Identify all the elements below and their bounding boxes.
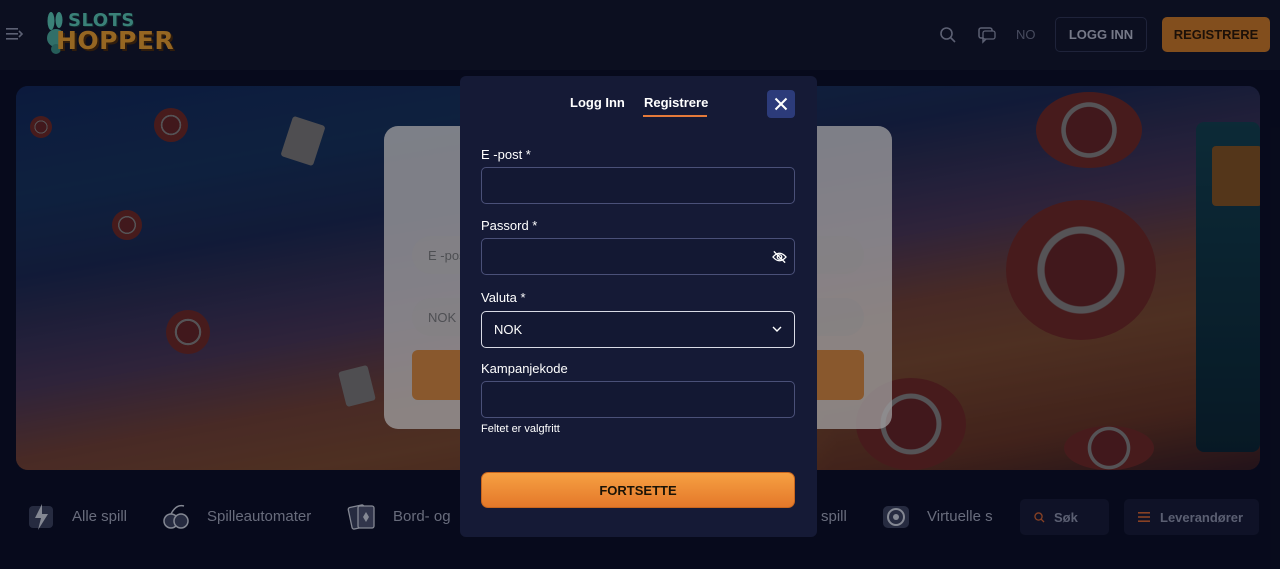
password-label: Passord * [481,218,538,233]
email-label: E -post * [481,147,531,162]
close-button[interactable] [767,90,795,118]
promo-code-label: Kampanjekode [481,361,568,376]
password-field[interactable] [481,238,795,275]
chevron-down-icon [772,326,782,332]
active-tab-indicator [643,115,707,117]
close-icon [774,97,788,111]
auth-modal: Logg Inn Registrere E -post * Passord * … [460,76,817,537]
promo-code-hint: Feltet er valgfritt [481,423,560,435]
tab-login[interactable]: Logg Inn [570,95,625,110]
continue-button[interactable]: FORTSETTE [481,472,795,508]
email-field[interactable] [481,167,795,204]
eye-off-icon[interactable] [772,250,787,264]
currency-select[interactable]: NOK [481,311,795,348]
promo-code-field[interactable] [481,381,795,418]
currency-value: NOK [494,322,523,337]
tab-register[interactable]: Registrere [644,95,708,110]
currency-label: Valuta * [481,290,526,305]
